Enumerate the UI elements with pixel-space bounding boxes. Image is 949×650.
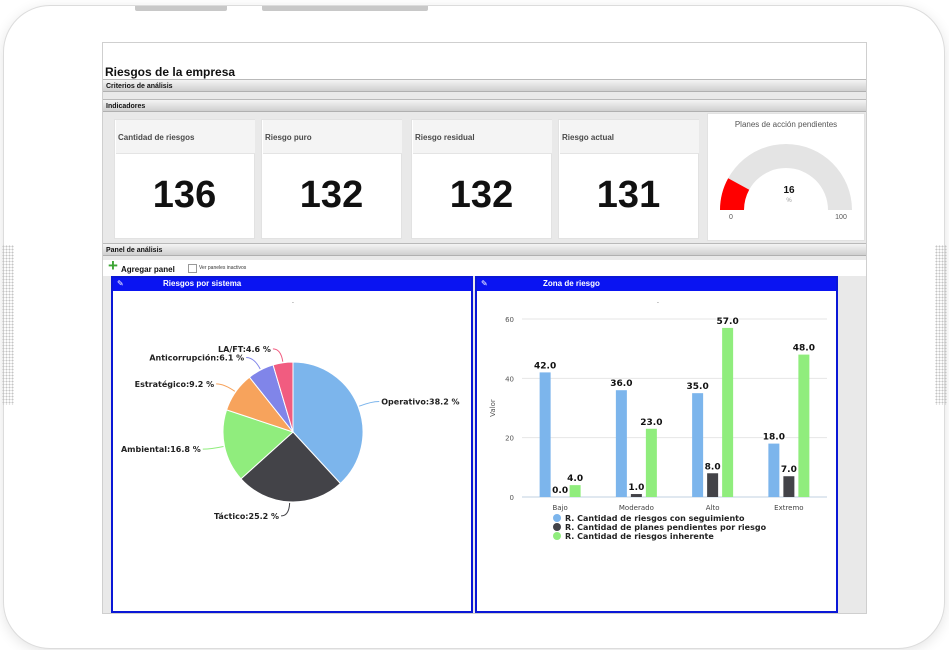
legend-marker[interactable]: [553, 532, 561, 540]
kpi-value: 136: [152, 174, 217, 216]
bar[interactable]: [630, 494, 642, 497]
bar[interactable]: [783, 476, 795, 497]
bar-data-label: 4.0: [567, 474, 583, 484]
inactive-panels-checkbox[interactable]: [188, 264, 197, 273]
bar[interactable]: [645, 428, 657, 497]
bar[interactable]: [768, 443, 780, 497]
legend-item[interactable]: R. Cantidad de riesgos con seguimiento: [565, 514, 745, 523]
legend-marker[interactable]: [553, 514, 561, 522]
bar-chart: . 0 20 40 60 Valor 42.0 0.0 4.0 Bajo 36.0 1.0 23.0 M…: [489, 298, 827, 541]
app-screen: Riesgos de la empresa Criterios de análi…: [102, 42, 867, 614]
bar[interactable]: [615, 390, 627, 497]
kpi-label: Riesgo puro: [263, 120, 402, 154]
pie-label: Estratégico:9.2 %: [135, 379, 215, 389]
x-tick-label: Extremo: [774, 504, 803, 512]
add-panel-button[interactable]: Agregar panel: [121, 265, 175, 274]
bar-data-label: 0.0: [552, 486, 568, 496]
kpi-card: Cantidad de riesgos 136: [114, 119, 255, 239]
pie-label: Anticorrupción:6.1 %: [149, 352, 244, 362]
tablet-top-button: [262, 6, 428, 11]
bar[interactable]: [707, 473, 719, 497]
bar-data-label: 48.0: [793, 344, 815, 354]
inactive-panels-label: Ver paneles inactivos: [199, 265, 247, 271]
kpi-card: Riesgo residual 132: [411, 119, 552, 239]
pie-chart: . Operativo:38.2 % Táctico:25.2 % Ambienta…: [121, 298, 460, 521]
bar-data-label: 1.0: [628, 483, 644, 493]
gauge-chart: 16 % 0 100: [720, 144, 852, 221]
bar-data-label: 18.0: [763, 433, 785, 443]
legend-item[interactable]: R. Cantidad de riesgos inherente: [565, 532, 714, 541]
bar[interactable]: [539, 372, 551, 497]
section-analysis[interactable]: Panel de análisis: [103, 243, 866, 256]
panel-header: ✎ Zona de riesgo: [477, 278, 836, 291]
panel-title: Riesgos por sistema: [163, 279, 242, 288]
panel-header: ✎ Riesgos por sistema: [113, 278, 471, 291]
gauge-value: 16: [783, 185, 795, 196]
pie-label: Táctico:25.2 %: [214, 512, 279, 521]
y-tick-label: 20: [505, 435, 514, 443]
pie-label: Ambiental:16.8 %: [121, 445, 201, 454]
plus-icon[interactable]: +: [108, 257, 118, 274]
y-tick-label: 60: [505, 316, 514, 324]
bar-data-label: 36.0: [610, 379, 632, 389]
pie-connector: [246, 356, 261, 370]
gauge-unit: %: [786, 198, 792, 204]
kpi-value: 131: [596, 174, 661, 216]
pie-connector: [281, 502, 291, 517]
page-header: Riesgos de la empresa: [103, 43, 866, 79]
kpi-label: Cantidad de riesgos: [116, 120, 255, 154]
bar-data-label: 23.0: [640, 418, 662, 428]
x-tick-label: Moderado: [619, 504, 654, 512]
legend-item[interactable]: R. Cantidad de planes pendientes por rie…: [565, 523, 767, 532]
gauge-min-label: 0: [729, 214, 733, 221]
bar[interactable]: [569, 485, 581, 497]
panel-title: Zona de riesgo: [543, 279, 600, 288]
speaker-grille: [935, 245, 947, 405]
kpi-label: Riesgo residual: [413, 120, 552, 154]
analysis-toolbar: + Agregar panel Ver paneles inactivos: [103, 257, 866, 276]
kpi-card: Riesgo actual 131: [558, 119, 699, 239]
kpi-card: Riesgo puro 132: [261, 119, 402, 239]
bar-data-label: 8.0: [705, 462, 721, 472]
pie-connector: [202, 446, 224, 450]
panel-risk-zone: ✎ Zona de riesgo . 0 20 40 60 Valor 42.0 0.0 4.…: [475, 276, 838, 613]
y-tick-label: 40: [505, 375, 514, 383]
gauge-title: Planes de acción pendientes: [734, 120, 838, 129]
pie-label: LA/FT:4.6 %: [218, 345, 271, 354]
x-tick-label: Bajo: [552, 504, 567, 512]
bar[interactable]: [722, 327, 734, 497]
legend-marker[interactable]: [553, 523, 561, 531]
page-title: Riesgos de la empresa: [105, 65, 236, 79]
chart-title-dot: .: [292, 298, 294, 305]
gauge-max-label: 100: [835, 214, 847, 221]
bar[interactable]: [798, 354, 810, 497]
x-tick-label: Alto: [706, 504, 720, 512]
pie-label: Operativo:38.2 %: [381, 397, 459, 406]
panel-risks-by-system: ✎ Riesgos por sistema . Operativo:38.2 %…: [111, 276, 473, 613]
pie-connector: [358, 400, 380, 407]
section-criteria[interactable]: Criterios de análisis: [103, 79, 866, 92]
gauge-card: Planes de acción pendientes 16 % 0 100: [707, 113, 865, 241]
tablet-top-button: [135, 6, 227, 11]
pie-connector: [216, 383, 236, 392]
pencil-icon[interactable]: ✎: [481, 279, 488, 288]
chart-title-dot: .: [657, 298, 659, 305]
bar[interactable]: [692, 393, 704, 497]
bar-data-label: 57.0: [717, 317, 739, 327]
pie-connector: [272, 348, 284, 362]
kpi-label: Riesgo actual: [560, 120, 699, 154]
speaker-grille: [2, 245, 14, 405]
y-tick-label: 0: [510, 494, 514, 502]
bar-data-label: 7.0: [781, 465, 797, 475]
y-axis-label: Valor: [489, 399, 497, 417]
pencil-icon[interactable]: ✎: [117, 279, 124, 288]
section-indicators[interactable]: Indicadores: [103, 99, 866, 112]
kpi-value: 132: [449, 174, 514, 216]
bar-data-label: 35.0: [687, 382, 709, 392]
bar-data-label: 42.0: [534, 361, 556, 371]
kpi-value: 132: [299, 174, 364, 216]
